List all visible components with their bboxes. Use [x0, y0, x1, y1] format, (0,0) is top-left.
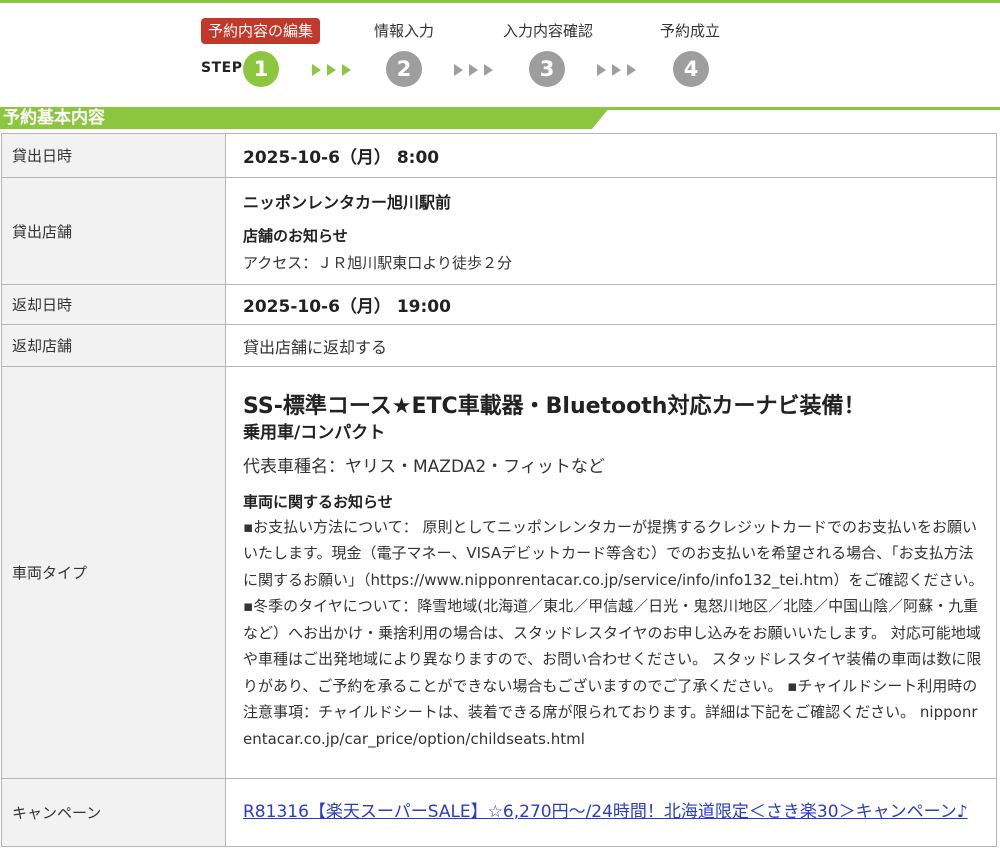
arrow-icon: [342, 64, 351, 76]
arrow-icon: [327, 64, 336, 76]
arrow-icon: [597, 64, 606, 76]
vehicle-notice-text: ▪お支払い方法について： 原則としてニッポンレンタカーが提携するクレジットカード…: [243, 517, 996, 748]
step-2-circle: 2: [386, 51, 422, 87]
vehicle-plan-title: SS-標準コース★ETC車載器・Bluetooth対応カーナビ装備！: [243, 393, 866, 419]
pickup-datetime-label: 貸出日時: [1, 133, 226, 178]
store-notice-heading: 店舗のお知らせ: [243, 227, 348, 245]
section-title: 予約基本内容: [3, 108, 105, 128]
step-word: STEP: [201, 60, 243, 76]
return-store-value: 貸出店舗に返却する: [225, 324, 997, 367]
campaign-link[interactable]: R81316【楽天スーパーSALE】☆6,270円～/24時間！北海道限定＜さき…: [243, 802, 968, 822]
arrow-icon: [312, 64, 321, 76]
step-3-circle: 3: [529, 51, 565, 87]
vehicle-type-cell: SS-標準コース★ETC車載器・Bluetooth対応カーナビ装備！ 乗用車/コ…: [225, 366, 997, 779]
table-row-pickup-store: 貸出店舗 ニッポンレンタカー旭川駅前 店舗のお知らせ アクセス：ＪＲ旭川駅東口よ…: [1, 177, 997, 285]
step-indicator: 予約内容の編集 情報入力 入力内容確認 予約成立 STEP 1 2 3 4: [0, 0, 1000, 100]
step-arrows-3: [597, 64, 636, 76]
table-row-vehicle-type: 車両タイプ SS-標準コース★ETC車載器・Bluetooth対応カーナビ装備！…: [1, 366, 997, 779]
pickup-store-name: ニッポンレンタカー旭川駅前: [243, 193, 452, 212]
vehicle-class: 乗用車/コンパクト: [243, 422, 386, 443]
step-3-label: 入力内容確認: [502, 22, 593, 40]
pickup-store-cell: ニッポンレンタカー旭川駅前 店舗のお知らせ アクセス：ＪＲ旭川駅東口より徒歩２分: [225, 177, 997, 285]
campaign-cell: R81316【楽天スーパーSALE】☆6,270円～/24時間！北海道限定＜さき…: [225, 778, 997, 847]
arrow-icon: [469, 64, 478, 76]
return-datetime-cell: 2025-10-6（月） 19:00: [225, 284, 997, 325]
step-4-label: 予約成立: [659, 22, 720, 40]
return-datetime-value: 2025-10-6（月） 19:00: [243, 297, 451, 317]
vehicle-notice-heading: 車両に関するお知らせ: [243, 492, 393, 511]
step-2-label: 情報入力: [373, 22, 434, 40]
table-row-campaign: キャンペーン R81316【楽天スーパーSALE】☆6,270円～/24時間！北…: [1, 778, 997, 847]
arrow-icon: [612, 64, 621, 76]
arrow-icon: [484, 64, 493, 76]
table-row-return-datetime: 返却日時 2025-10-6（月） 19:00: [1, 284, 997, 325]
vehicle-type-label: 車両タイプ: [1, 366, 226, 779]
pickup-store-label: 貸出店舗: [1, 177, 226, 285]
table-row-pickup-datetime: 貸出日時 2025-10-6（月） 8:00: [1, 133, 997, 178]
return-store-label: 返却店舗: [1, 324, 226, 367]
step-arrows-1: [312, 64, 351, 76]
table-row-return-store: 返却店舗 貸出店舗に返却する: [1, 324, 997, 367]
return-datetime-label: 返却日時: [1, 284, 226, 325]
arrow-icon: [454, 64, 463, 76]
step-4-circle: 4: [673, 51, 709, 87]
campaign-label: キャンペーン: [1, 778, 226, 847]
arrow-icon: [627, 64, 636, 76]
pickup-datetime-value: 2025-10-6（月） 8:00: [243, 148, 440, 168]
step-1-circle: 1: [243, 51, 279, 87]
section-heading: 予約基本内容: [0, 107, 1000, 129]
step-arrows-2: [454, 64, 493, 76]
vehicle-models: 代表車種名：ヤリス・MAZDA2・フィットなど: [243, 456, 605, 477]
store-notice-text: アクセス：ＪＲ旭川駅東口より徒歩２分: [243, 254, 512, 272]
pickup-datetime-cell: 2025-10-6（月） 8:00: [225, 133, 997, 178]
step-1-label: 予約内容の編集: [201, 18, 321, 44]
reservation-summary-table: 貸出日時 2025-10-6（月） 8:00 貸出店舗 ニッポンレンタカー旭川駅…: [1, 133, 997, 847]
